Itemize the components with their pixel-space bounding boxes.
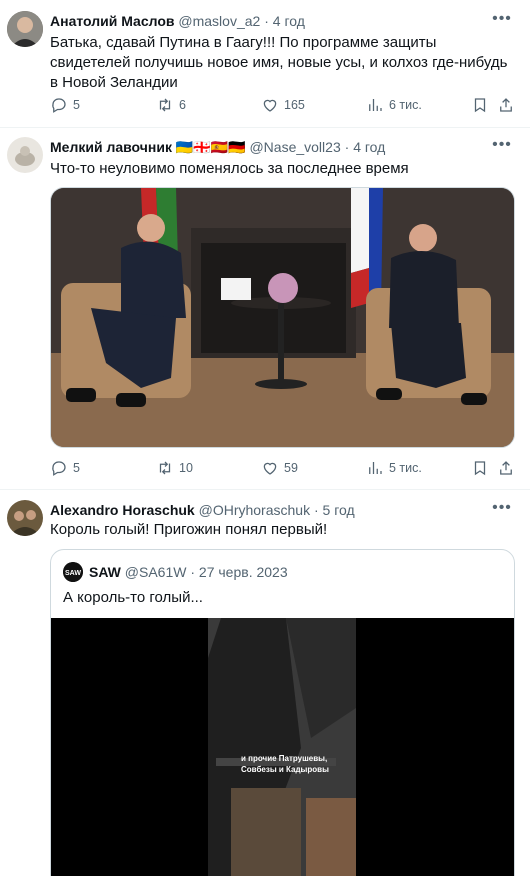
- reply-icon: [52, 98, 66, 113]
- author-handle[interactable]: @OHryhoraschuk: [199, 502, 310, 518]
- views-count: 5 тис.: [389, 461, 422, 475]
- like-button[interactable]: 165: [261, 95, 305, 115]
- views-button[interactable]: 6 тис.: [366, 95, 422, 115]
- avatar[interactable]: [7, 500, 43, 536]
- retweet-count: 10: [179, 461, 193, 475]
- like-icon: [263, 462, 277, 475]
- like-icon: [263, 99, 277, 112]
- caption-line: и прочие Патрушевы,: [241, 754, 328, 763]
- share-icon: [500, 461, 512, 475]
- retweet-button[interactable]: 6: [156, 95, 186, 115]
- video-caption: и прочие Патрушевы, Совбезы и Кадыровы: [241, 753, 329, 775]
- tweet-header: Анатолий Маслов @maslov_a2 · 4 год: [50, 12, 520, 30]
- like-count: 165: [284, 98, 305, 112]
- bookmark-icon: [474, 98, 486, 113]
- share-icon: [500, 98, 512, 112]
- separator: ·: [313, 502, 319, 518]
- quote-author-name[interactable]: SAW: [89, 564, 121, 580]
- svg-text:SAW: SAW: [65, 570, 81, 577]
- share-button[interactable]: [497, 95, 520, 115]
- flags: 🇺🇦🇬🇪🇪🇸🇩🇪: [175, 139, 246, 155]
- caption-line: Совбезы и Кадыровы: [241, 765, 329, 774]
- quoted-tweet[interactable]: SAW SAW @SA61W · 27 черв. 2023 А король-…: [50, 549, 515, 876]
- retweet-icon: [159, 461, 171, 475]
- separator: ·: [190, 564, 196, 580]
- quote-timestamp[interactable]: 27 черв. 2023: [199, 564, 288, 580]
- quote-header: SAW @SA61W · 27 черв. 2023: [89, 563, 288, 581]
- views-button[interactable]: 5 тис.: [366, 458, 422, 478]
- reply-count: 5: [73, 98, 80, 112]
- tweet-actions: 5 6 165 6 тис.: [50, 95, 512, 115]
- more-icon[interactable]: •••: [492, 137, 512, 158]
- bookmark-button[interactable]: [471, 458, 494, 478]
- quote-author-handle[interactable]: @SA61W: [125, 564, 187, 580]
- tweet[interactable]: Alexandro Horaschuk @OHryhoraschuk · 5 г…: [0, 490, 530, 876]
- tweet-text: Батька, сдавай Путина в Гаагу!!! По прог…: [50, 34, 508, 91]
- quote-video[interactable]: и прочие Патрушевы, Совбезы и Кадыровы: [51, 618, 514, 876]
- separator: ·: [264, 13, 269, 29]
- author-name[interactable]: Alexandro Horaschuk: [50, 502, 195, 518]
- avatar-photo: [7, 500, 43, 536]
- share-button[interactable]: [497, 458, 520, 478]
- retweet-count: 6: [179, 98, 186, 112]
- tweet-text: Король голый! Пригожин понял первый!: [50, 521, 328, 538]
- retweet-icon: [159, 98, 171, 112]
- timestamp[interactable]: 5 год: [323, 502, 355, 518]
- quote-avatar[interactable]: SAW: [63, 562, 83, 582]
- tweet-text: Что-то неуловимо поменялось за последнее…: [50, 160, 409, 177]
- reply-button[interactable]: 5: [50, 458, 80, 478]
- author-handle[interactable]: @maslov_a2: [178, 13, 260, 29]
- separator: ·: [344, 139, 350, 155]
- views-icon: [369, 99, 382, 111]
- timestamp[interactable]: 4 год: [273, 13, 305, 29]
- reply-button[interactable]: 5: [50, 95, 80, 115]
- more-icon[interactable]: •••: [492, 500, 512, 521]
- like-count: 59: [284, 461, 298, 475]
- tweet[interactable]: Мелкий лавочник 🇺🇦🇬🇪🇪🇸🇩🇪 @Nase_voll23 · …: [0, 128, 530, 490]
- avatar[interactable]: [7, 11, 43, 47]
- more-icon[interactable]: •••: [492, 11, 512, 32]
- tweet-actions: 5 10 59 5 тис.: [50, 458, 512, 478]
- bookmark-button[interactable]: [471, 95, 494, 115]
- quote-text: А король-то голый...: [63, 589, 203, 606]
- bookmark-icon: [474, 461, 486, 476]
- tweet[interactable]: Анатолий Маслов @maslov_a2 · 4 год ••• Б…: [0, 0, 530, 128]
- author-name[interactable]: Мелкий лавочник: [50, 139, 172, 155]
- author-handle[interactable]: @Nase_voll23: [249, 139, 340, 155]
- saw-logo: SAW: [63, 562, 83, 582]
- avatar-photo: [7, 11, 43, 47]
- tweet-photo[interactable]: [50, 187, 515, 448]
- photo-meeting-scene: [51, 188, 514, 447]
- timestamp[interactable]: 4 год: [353, 139, 385, 155]
- reply-count: 5: [73, 461, 80, 475]
- avatar[interactable]: [7, 137, 43, 173]
- views-count: 6 тис.: [389, 98, 422, 112]
- like-button[interactable]: 59: [261, 458, 298, 478]
- author-name[interactable]: Анатолий Маслов: [50, 13, 175, 29]
- tweet-header: Alexandro Horaschuk @OHryhoraschuk · 5 г…: [50, 501, 520, 519]
- retweet-button[interactable]: 10: [156, 458, 193, 478]
- reply-icon: [52, 461, 66, 476]
- avatar-photo: [7, 137, 43, 173]
- video-frame: [51, 618, 514, 876]
- views-icon: [369, 462, 382, 474]
- tweet-header: Мелкий лавочник 🇺🇦🇬🇪🇪🇸🇩🇪 @Nase_voll23 · …: [50, 138, 520, 156]
